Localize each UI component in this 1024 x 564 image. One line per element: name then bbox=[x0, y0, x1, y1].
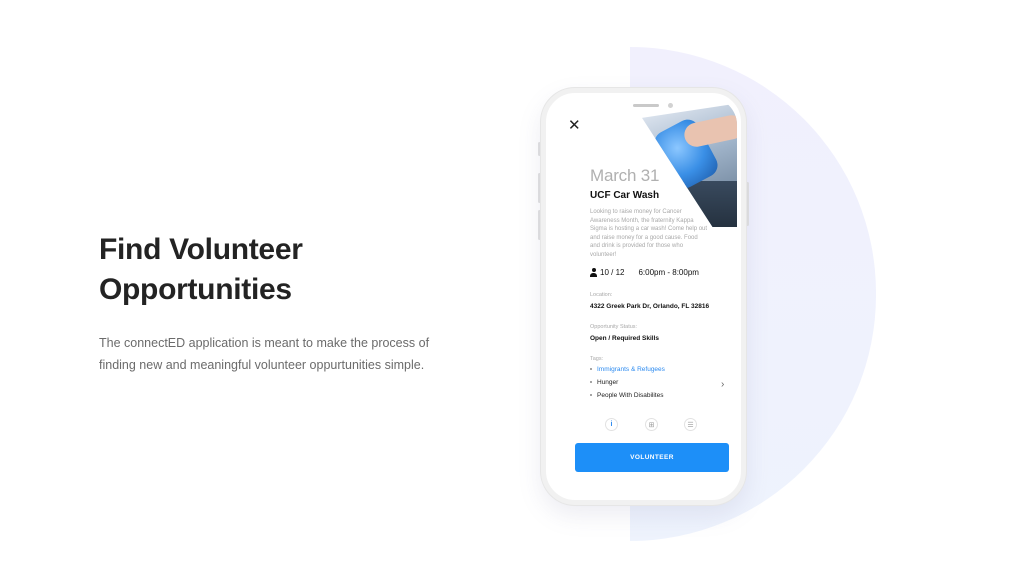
intro-description: The connectED application is meant to ma… bbox=[99, 332, 459, 376]
volunteer-button[interactable]: VOLUNTEER bbox=[575, 443, 729, 472]
phone-camera bbox=[668, 103, 673, 108]
heading-line-2: Opportunities bbox=[99, 273, 292, 306]
event-time: 6:00pm - 8:00pm bbox=[638, 268, 699, 277]
phone-mockup: ✕ March 31 UCF Car Wash Looking to raise… bbox=[541, 88, 746, 505]
page-heading: Find Volunteer Opportunities bbox=[99, 230, 459, 310]
event-stats: 10 / 12 6:00pm - 8:00pm bbox=[590, 268, 699, 277]
info-icon[interactable]: i bbox=[605, 418, 618, 431]
tags-label: Tags: bbox=[590, 356, 604, 362]
location-label: Location: bbox=[590, 292, 613, 298]
phone-speaker bbox=[633, 104, 659, 107]
attendance-count: 10 / 12 bbox=[600, 268, 625, 277]
chevron-right-icon[interactable]: › bbox=[721, 379, 724, 390]
list-icon[interactable]: ☰ bbox=[684, 418, 697, 431]
bullet-dot bbox=[590, 381, 592, 384]
tag-item[interactable]: Hunger bbox=[590, 376, 665, 389]
phone-screen: ✕ March 31 UCF Car Wash Looking to raise… bbox=[550, 97, 737, 496]
tag-label: Hunger bbox=[597, 379, 619, 386]
tag-label: People With Disabilites bbox=[597, 392, 664, 399]
tag-item[interactable]: Immigrants & Refugees bbox=[590, 363, 665, 376]
phone-side-button-power bbox=[746, 182, 749, 226]
grid-icon[interactable]: ⊞ bbox=[645, 418, 658, 431]
status-label: Opportunity Status: bbox=[590, 324, 638, 330]
event-date: March 31 bbox=[590, 166, 660, 185]
tag-label: Immigrants & Refugees bbox=[597, 366, 665, 373]
tag-item[interactable]: People With Disabilites bbox=[590, 389, 665, 402]
status-value: Open / Required Skills bbox=[590, 335, 659, 342]
location-value: 4322 Greek Park Dr, Orlando, FL 32816 bbox=[590, 303, 710, 310]
event-description: Looking to raise money for Cancer Awaren… bbox=[590, 209, 708, 258]
description-line-1: The connectED application is meant to ma… bbox=[99, 336, 430, 350]
intro-section: Find Volunteer Opportunities The connect… bbox=[99, 230, 459, 376]
person-icon bbox=[590, 268, 597, 277]
description-line-2: finding new and meaningful volunteer opp… bbox=[99, 358, 425, 372]
bullet-dot bbox=[590, 394, 592, 397]
close-icon[interactable]: ✕ bbox=[568, 118, 581, 133]
heading-line-1: Find Volunteer bbox=[99, 233, 303, 266]
tags-list: Immigrants & Refugees Hunger People With… bbox=[590, 363, 665, 402]
bullet-dot bbox=[590, 368, 592, 371]
event-title: UCF Car Wash bbox=[590, 190, 660, 201]
